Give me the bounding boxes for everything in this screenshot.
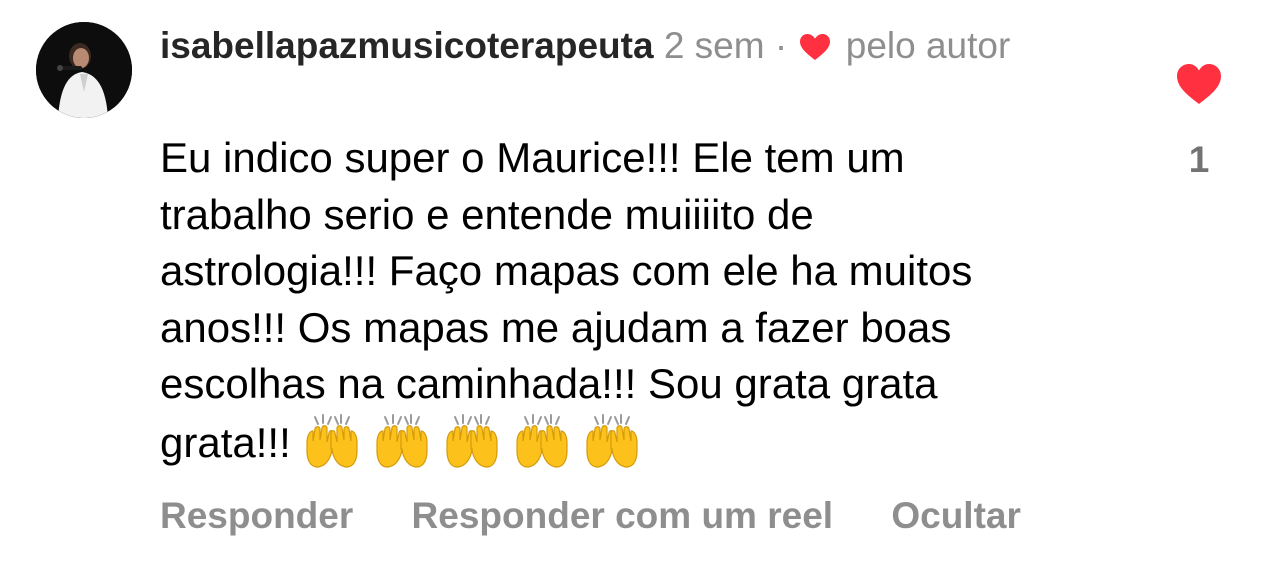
like-column: 1 (1176, 62, 1222, 184)
raising-hands-emoji (446, 413, 498, 468)
avatar[interactable] (36, 22, 132, 118)
raising-hands-emoji (516, 413, 568, 468)
comment-text: Eu indico super o Maurice!!! Ele tem um … (160, 130, 1120, 483)
like-count[interactable]: 1 (1176, 136, 1222, 184)
avatar-image (36, 22, 132, 118)
raising-hands-emoji (586, 413, 638, 468)
emoji-group (301, 413, 651, 484)
comment-line: anos!!! Os mapas me ajudam a fazer boas (160, 303, 952, 351)
reply-with-reel-button[interactable]: Responder com um reel (412, 495, 834, 536)
comment: isabellapazmusicoterapeuta 2 sem · pelo … (0, 0, 1284, 562)
comment-last-line: grata!!! (160, 413, 1120, 484)
heart-icon (800, 34, 831, 60)
like-heart-icon[interactable] (1176, 62, 1222, 106)
separator: · (774, 25, 788, 66)
liked-by-author-label: pelo autor (845, 25, 1011, 66)
timestamp: 2 sem (663, 25, 765, 66)
comment-line: astrologia!!! Faço mapas com ele ha muit… (160, 247, 973, 294)
raising-hands-emoji (376, 413, 428, 468)
username[interactable]: isabellapazmusicoterapeuta (160, 25, 654, 66)
comment-line: trabalho serio e entende muiiiito de (160, 190, 814, 238)
comment-line: Eu indico super o Maurice!!! Ele tem um (160, 134, 905, 181)
reply-button[interactable]: Responder (160, 495, 353, 536)
comment-header: isabellapazmusicoterapeuta 2 sem · pelo … (160, 22, 1060, 70)
comment-line: escolhas na caminhada!!! Sou grata grata (160, 360, 938, 407)
comment-line: grata!!! (160, 418, 291, 466)
hide-button[interactable]: Ocultar (891, 495, 1021, 536)
comment-actions: Responder Responder com um reel Ocultar (160, 492, 1069, 540)
raising-hands-emoji (306, 413, 358, 468)
